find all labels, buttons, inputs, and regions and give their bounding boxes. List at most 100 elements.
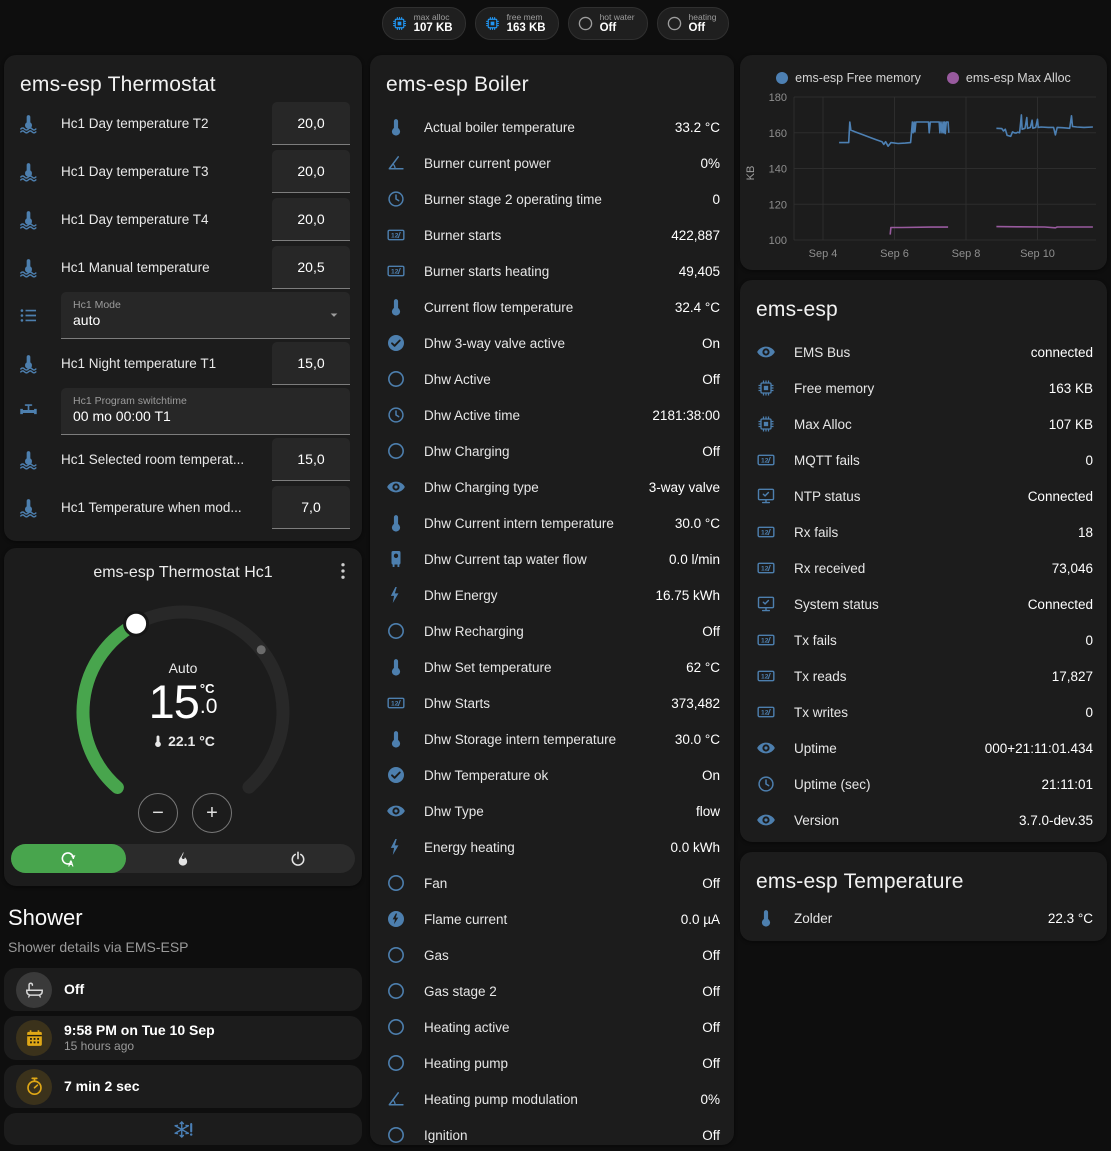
entity-row[interactable]: 12 Rx fails 18 (740, 514, 1107, 550)
monitor-check-icon (756, 594, 776, 614)
entity-row[interactable]: Zolder 22.3 °C (740, 900, 1107, 936)
svg-text:100: 100 (769, 235, 787, 247)
entity-row[interactable]: 12 Rx received 73,046 (740, 550, 1107, 586)
entity-label: Dhw Starts (424, 696, 663, 711)
entity-row[interactable]: Dhw Type flow (370, 793, 734, 829)
entity-row[interactable]: 12 Burner starts 422,887 (370, 217, 734, 253)
clock-icon (756, 774, 776, 794)
entity-row[interactable]: Current flow temperature 32.4 °C (370, 289, 734, 325)
header-chip[interactable]: hot water Off (568, 7, 648, 40)
entity-row[interactable]: Dhw Active time 2181:38:00 (370, 397, 734, 433)
clock-icon (386, 405, 406, 425)
entity-row[interactable]: Uptime (sec) 21:11:01 (740, 766, 1107, 802)
entity-row[interactable]: System status Connected (740, 586, 1107, 622)
check-circle-icon (386, 765, 406, 785)
thermostat-dial[interactable]: Auto 15 °C .0 22.1 °C (63, 592, 303, 832)
entity-row[interactable]: 12 Tx reads 17,827 (740, 658, 1107, 694)
entity-row[interactable]: Free memory 163 KB (740, 370, 1107, 406)
entity-row[interactable]: Dhw Storage intern temperature 30.0 °C (370, 721, 734, 757)
entity-row[interactable]: Dhw Energy 16.75 kWh (370, 577, 734, 613)
entity-row[interactable]: Ignition Off (370, 1117, 734, 1145)
entity-row[interactable]: Dhw Recharging Off (370, 613, 734, 649)
entity-row[interactable]: Dhw Current tap water flow 0.0 l/min (370, 541, 734, 577)
entity-row[interactable]: 12 Burner starts heating 49,405 (370, 253, 734, 289)
entity-label: Uptime (794, 741, 977, 756)
entity-label: Heating active (424, 1020, 694, 1035)
section-subtitle: Shower details via EMS-ESP (8, 939, 189, 955)
shower-tile[interactable]: 7 min 2 sec (4, 1065, 362, 1108)
legend-item[interactable]: ems-esp Max Alloc (947, 71, 1071, 85)
entity-row[interactable]: Dhw Set temperature 62 °C (370, 649, 734, 685)
mode-auto-button[interactable]: A (11, 844, 126, 873)
thermometer-icon (386, 297, 406, 317)
shower-tile[interactable]: 9:58 PM on Tue 10 Sep 15 hours ago (4, 1016, 362, 1060)
thermostat-dial-card: ems-esp Thermostat Hc1 Auto 15 °C .0 (4, 548, 362, 886)
svg-text:140: 140 (769, 164, 787, 176)
thermometer-icon (386, 513, 406, 533)
entity-row[interactable]: Heating active Off (370, 1009, 734, 1045)
card-title: ems-esp Thermostat (4, 55, 362, 99)
more-options-icon[interactable] (332, 560, 354, 582)
entity-row[interactable]: Dhw Charging Off (370, 433, 734, 469)
header-chip[interactable]: heating Off (657, 7, 730, 40)
entity-row[interactable]: Heating pump Off (370, 1045, 734, 1081)
number-input[interactable]: 20,5 (272, 246, 350, 289)
eye-icon (386, 801, 406, 821)
entity-label: Dhw Set temperature (424, 660, 678, 675)
circle-icon (386, 621, 406, 641)
number-input[interactable]: 7,0 (272, 486, 350, 529)
thermostat-row: Hc1 Temperature when mod... 7,0 Hc1 Temp… (4, 483, 362, 531)
entity-label: Ignition (424, 1128, 694, 1143)
temp-decrease-button[interactable]: − (138, 793, 178, 833)
entity-value: 3-way valve (649, 480, 720, 495)
number-input[interactable]: 20,0 (272, 198, 350, 241)
entity-row[interactable]: 12 Tx fails 0 (740, 622, 1107, 658)
entity-row[interactable]: NTP status Connected (740, 478, 1107, 514)
entity-row[interactable]: 12 MQTT fails 0 (740, 442, 1107, 478)
entity-row[interactable]: Dhw Charging type 3-way valve (370, 469, 734, 505)
entity-row[interactable]: Energy heating 0.0 kWh (370, 829, 734, 865)
entity-row[interactable]: Gas stage 2 Off (370, 973, 734, 1009)
mode-heat-button[interactable] (126, 844, 241, 873)
entity-label: Burner starts heating (424, 264, 671, 279)
counter-icon: 12 (756, 558, 776, 578)
entity-row[interactable]: EMS Bus connected (740, 334, 1107, 370)
entity-row[interactable]: Dhw Temperature ok On (370, 757, 734, 793)
entity-row[interactable]: Actual boiler temperature 33.2 °C (370, 109, 734, 145)
select-input[interactable]: Hc1 Mode auto (61, 292, 350, 339)
entity-row[interactable]: Max Alloc 107 KB (740, 406, 1107, 442)
entity-row[interactable]: Uptime 000+21:11:01.434 (740, 730, 1107, 766)
entity-row[interactable]: Burner stage 2 operating time 0 (370, 181, 734, 217)
temp-increase-button[interactable]: + (192, 793, 232, 833)
legend-item[interactable]: ems-esp Free memory (776, 71, 921, 85)
memory-history-chart[interactable]: 100120140160180Sep 4Sep 6Sep 8Sep 10KB (740, 55, 1107, 270)
entity-value: 32.4 °C (675, 300, 720, 315)
entity-row[interactable]: Dhw Current intern temperature 30.0 °C (370, 505, 734, 541)
entity-row[interactable]: Flame current 0.0 µA (370, 901, 734, 937)
number-input[interactable]: 20,0 (272, 150, 350, 193)
entity-label: Gas (424, 948, 694, 963)
shower-tile[interactable]: Off (4, 968, 362, 1011)
shower-tile[interactable] (4, 1113, 362, 1145)
mode-off-button[interactable] (240, 844, 355, 873)
entity-row[interactable]: Dhw 3-way valve active On (370, 325, 734, 361)
entity-row[interactable]: 12 Dhw Starts 373,482 (370, 685, 734, 721)
thermometer-icon (386, 729, 406, 749)
header-chip[interactable]: free mem 163 KB (475, 7, 559, 40)
row-label: Hc1 Night temperature T1 (61, 356, 272, 371)
header-chip[interactable]: max alloc 107 KB (382, 7, 466, 40)
chevron-down-icon[interactable] (326, 307, 342, 323)
entity-row[interactable]: Version 3.7.0-dev.35 (740, 802, 1107, 838)
entity-row[interactable]: 12 Tx writes 0 (740, 694, 1107, 730)
entity-row[interactable]: Burner current power 0% (370, 145, 734, 181)
entity-row[interactable]: Gas Off (370, 937, 734, 973)
entity-row[interactable]: Heating pump modulation 0% (370, 1081, 734, 1117)
select-input[interactable]: Hc1 Program switchtime 00 mo 00:00 T1 (61, 388, 350, 435)
entity-row[interactable]: Dhw Active Off (370, 361, 734, 397)
number-input[interactable]: 20,0 (272, 102, 350, 145)
number-input[interactable]: 15,0 (272, 342, 350, 385)
entity-label: Heating pump modulation (424, 1092, 692, 1107)
entity-row[interactable]: Fan Off (370, 865, 734, 901)
angle-icon (386, 153, 406, 173)
number-input[interactable]: 15,0 (272, 438, 350, 481)
